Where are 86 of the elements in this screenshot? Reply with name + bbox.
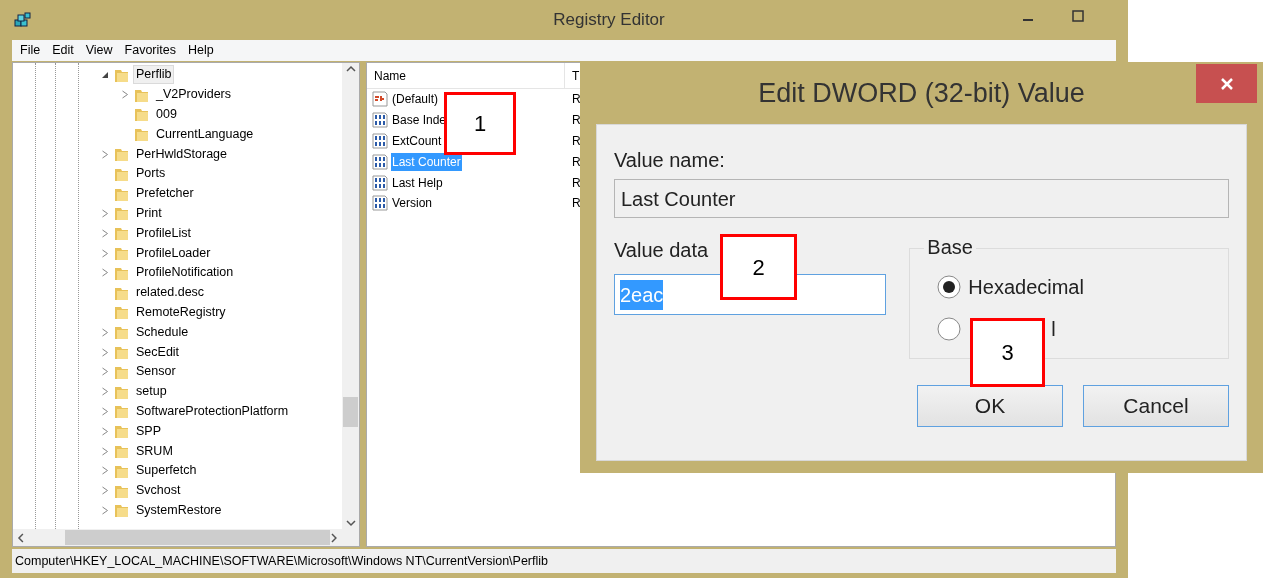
folder-icon: [133, 106, 149, 123]
folder-icon: [133, 126, 149, 143]
binary-value-icon: [372, 133, 388, 149]
callout-number: 2: [720, 234, 797, 300]
tree-item[interactable]: ProfileLoader: [133, 243, 214, 263]
tree-item[interactable]: _V2Providers: [153, 85, 235, 105]
folder-icon: [113, 245, 129, 262]
radio-button[interactable]: [937, 275, 962, 299]
binary-value-icon: [372, 153, 388, 170]
binary-value-icon: [372, 174, 388, 191]
folder-icon: [113, 225, 129, 242]
radio-label[interactable]: Hexadecimal: [968, 272, 1084, 302]
tree-item[interactable]: Prefetcher: [133, 184, 197, 204]
value-name-field[interactable]: Last Counter: [614, 179, 1229, 218]
tree-item[interactable]: SPP: [133, 421, 164, 441]
folder-icon: [113, 205, 129, 222]
tree-item[interactable]: related.desc: [133, 283, 208, 303]
expanded-arrow-icon[interactable]: [101, 70, 109, 79]
close-button[interactable]: [1196, 64, 1257, 103]
folder-icon: [113, 403, 129, 420]
dialog-title: Edit DWORD (32-bit) Value: [758, 76, 1085, 110]
value-data-label: Value data: [614, 238, 709, 263]
vertical-scrollbar[interactable]: [342, 63, 359, 529]
status-bar: Computer\HKEY_LOCAL_MACHINE\SOFTWARE\Microsoft\Windows NT\CurrentVersion\Perflib: [12, 549, 1116, 573]
radio-button[interactable]: [937, 317, 962, 341]
value-name[interactable]: ExtCount: [391, 132, 443, 150]
tree-item[interactable]: Schedule: [133, 322, 192, 342]
menu-item[interactable]: View: [79, 41, 119, 60]
radio-label[interactable]: l: [1051, 314, 1056, 344]
value-type: R: [571, 195, 581, 213]
ok-button[interactable]: OK: [917, 385, 1063, 427]
value-name[interactable]: Last Help: [391, 173, 444, 192]
tree-item[interactable]: ProfileNotification: [133, 263, 237, 283]
menu-item[interactable]: File: [14, 41, 47, 60]
folder-icon: [113, 304, 129, 321]
folder-icon: [113, 324, 129, 341]
callout-number: 3: [970, 318, 1045, 387]
tree-item[interactable]: SecEdit: [133, 342, 183, 362]
tree-item[interactable]: ProfileList: [133, 223, 194, 243]
tree-item[interactable]: Perflib: [133, 65, 175, 85]
value-name-label: Value name:: [614, 148, 726, 173]
tree-item[interactable]: Sensor: [133, 362, 179, 382]
callout-number: 1: [444, 92, 516, 155]
folder-icon: [113, 423, 129, 440]
tree-item[interactable]: SRUM: [133, 441, 176, 461]
binary-value-icon: [372, 195, 388, 212]
window-title: Registry Editor: [553, 9, 665, 32]
horizontal-scrollbar[interactable]: [13, 529, 359, 546]
value-name[interactable]: Version: [391, 194, 434, 213]
scroll-up-icon[interactable]: [345, 65, 356, 73]
value-type: R: [571, 91, 581, 109]
scroll-left-icon[interactable]: [17, 532, 25, 543]
tree-item[interactable]: CurrentLanguage: [153, 124, 257, 144]
tree-item[interactable]: RemoteRegistry: [133, 302, 229, 322]
scrollbar-thumb[interactable]: [64, 530, 331, 545]
scroll-right-icon[interactable]: [330, 532, 339, 543]
menu-item[interactable]: Favorites: [118, 41, 182, 60]
folder-icon: [113, 344, 129, 361]
value-type: R: [571, 112, 581, 130]
value-type: R: [571, 153, 581, 171]
tree-item[interactable]: Ports: [133, 164, 169, 184]
cancel-button[interactable]: Cancel: [1083, 385, 1229, 427]
value-name[interactable]: (Default): [391, 90, 439, 109]
close-icon: [1219, 76, 1234, 91]
scroll-down-icon[interactable]: [345, 519, 356, 527]
folder-icon: [113, 502, 129, 519]
string-value-icon: [372, 91, 388, 108]
tree-item[interactable]: 009: [153, 105, 180, 124]
column-header[interactable]: Name: [367, 63, 565, 88]
tree-item[interactable]: Print: [133, 203, 165, 223]
folder-icon: [113, 443, 129, 460]
tree-item[interactable]: PerHwldStorage: [133, 144, 230, 164]
tree-item[interactable]: Svchost: [133, 481, 184, 501]
registry-cubes-icon: [14, 12, 32, 30]
tree-item[interactable]: setup: [133, 382, 170, 402]
menu-item[interactable]: Help: [182, 41, 220, 60]
tree-item[interactable]: Superfetch: [133, 461, 200, 481]
menu-item[interactable]: Edit: [46, 41, 80, 60]
tree-item[interactable]: SystemRestore: [133, 500, 225, 520]
value-type: R: [571, 133, 581, 150]
folder-icon: [113, 146, 129, 163]
tree-item[interactable]: SoftwareProtectionPlatform: [133, 401, 292, 421]
binary-value-icon: [372, 112, 388, 129]
maximize-icon[interactable]: [1072, 10, 1084, 22]
value-type: R: [571, 174, 581, 192]
scrollbar-thumb[interactable]: [343, 397, 358, 427]
